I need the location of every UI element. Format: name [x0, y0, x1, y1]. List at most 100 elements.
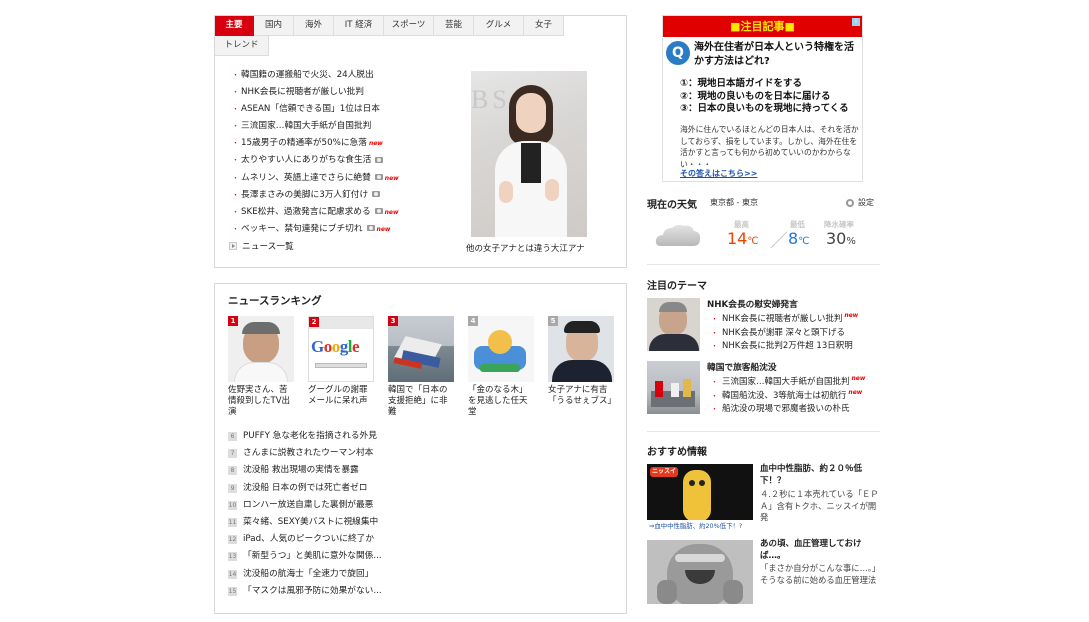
tab-trend[interactable]: トレンド [215, 36, 269, 56]
theme-thumbnail[interactable] [647, 298, 700, 351]
ranking-card-2[interactable]: Google 2 グーグルの謝罪メールに呆れ声 [308, 316, 374, 407]
bullet-icon: ・ [711, 405, 718, 413]
ranking-caption[interactable]: 韓国で「日本の支援拒絶」に非難 [388, 385, 454, 418]
ranking-list-item[interactable]: 15 「マスクは風邪予防に効果がない... [228, 583, 382, 600]
bullet-icon: ・ [232, 190, 239, 199]
ranking-list-text: さんまに説教されたウーマン村本 [243, 448, 374, 459]
rain-chance-value: 30% [826, 229, 856, 248]
ranking-thumbnail[interactable]: 4 [468, 316, 534, 382]
ad-info-icon[interactable]: i [852, 18, 860, 26]
ranking-list-item[interactable]: 6 PUFFY 急な老化を指摘される外見 [228, 428, 382, 445]
news-item[interactable]: ・ SKE松井、過激発言に配慮求める new [229, 204, 469, 221]
weather-settings-button[interactable]: 設定 [846, 197, 874, 208]
recommend-item-desc[interactable]: 「まさか自分がこんな事に…。」そうなる前に始める血圧管理法 [760, 563, 880, 586]
theme-link-text: 船沈没の現場で邪魔者扱いの朴氏 [722, 404, 850, 414]
theme-link[interactable]: ・ NHK会長に批判2万件超 13日釈明 [711, 339, 853, 351]
ranking-caption[interactable]: 「金のなる木」を見逃した任天堂 [468, 385, 534, 418]
tab-domestic[interactable]: 国内 [254, 16, 294, 36]
settings-label: 設定 [858, 198, 874, 207]
ranking-thumbnail[interactable]: 1 [228, 316, 294, 382]
tab-it-economy[interactable]: IT 経済 [334, 16, 384, 36]
new-badge: new [368, 140, 383, 148]
tab-gourmet[interactable]: グルメ [474, 16, 524, 36]
news-item[interactable]: ・長澤まさみの美脚に3万人釘付け [229, 187, 469, 204]
rank-number: 1 [228, 316, 238, 326]
ranking-list-item[interactable]: 7 さんまに説教されたウーマン村本 [228, 445, 382, 462]
theme-link[interactable]: ・ NHK会長が謝罪 深々と頭下げる [711, 326, 845, 338]
ranking-list-item[interactable]: 9 沈没船 日本の例では死亡者ゼロ [228, 480, 382, 497]
recommend-thumbnail[interactable] [647, 540, 753, 604]
new-badge: new [376, 225, 391, 233]
feature-caption[interactable]: 他の女子アナとは違う大江アナ [466, 242, 585, 254]
ranking-box: ニュースランキング 1 佐野実さん、苦情殺到したTV出演 Google 2 グー… [214, 283, 627, 614]
ranking-card-3[interactable]: 3 韓国で「日本の支援拒絶」に非難 [388, 316, 454, 418]
ad-header: ■注目記事■ [663, 16, 862, 37]
rank-number: 3 [388, 316, 398, 326]
news-item[interactable]: ・ベッキー、禁句連発にブチ切れ new [229, 221, 469, 238]
news-item[interactable]: ・太りやすい人にありがちな食生活 [229, 152, 469, 169]
ranking-list-text: 「マスクは風邪予防に効果がない... [243, 585, 382, 596]
recommend-thumbnail[interactable]: ニッスイ ⇒血中中性脂肪、約20%低下！? [647, 464, 753, 532]
tab-main[interactable]: 主要 [215, 16, 254, 36]
ranking-caption[interactable]: グーグルの謝罪メールに呆れ声 [308, 385, 374, 407]
ranking-caption[interactable]: 佐野実さん、苦情殺到したTV出演 [228, 385, 294, 418]
theme-link-text: NHK会長に視聴者が厳しい批判 [722, 314, 843, 324]
ad-headline[interactable]: 海外在住者が日本人という特権を活かす方法はどれ? [694, 41, 860, 69]
weather-location[interactable]: 東京都 - 東京 [710, 197, 758, 208]
tab-women[interactable]: 女子 [524, 16, 564, 36]
recommend-item-title[interactable]: あの頃、血圧管理しておけば…。 [760, 539, 878, 562]
theme-title[interactable]: 韓国で旅客船沈没 [707, 360, 777, 373]
ranking-list-item[interactable]: 14 沈没船の航海士「全速力で旋回」 [228, 566, 382, 583]
news-item[interactable]: ・三流国家…韓国大手紙が自国批判 [229, 118, 469, 135]
recommend-item-title[interactable]: 血中中性脂肪、約２０％低下！？ [760, 464, 878, 487]
ranking-thumbnail[interactable]: 3 [388, 316, 454, 382]
ad-box[interactable]: ■注目記事■ i Q 海外在住者が日本人という特権を活かす方法はどれ? ①：現地… [662, 15, 863, 182]
ranking-list-item[interactable]: 11 菜々緒、SEXY美バストに視線集中 [228, 514, 382, 531]
news-list-link[interactable]: ニュース一覧 [229, 239, 294, 252]
news-item[interactable]: ・ NHK会長に視聴者が厳しい批判 [229, 84, 469, 101]
theme-link[interactable]: ・韓国船沈没、3等航海士は初航行 new [711, 389, 862, 401]
tab-entertainment[interactable]: 芸能 [434, 16, 474, 36]
rank-number: 10 [228, 500, 237, 510]
theme-title[interactable]: NHK会長の慰安婦発言 [707, 297, 798, 310]
news-item[interactable]: ・韓国籍の運搬船で火災、24人脱出 [229, 67, 469, 84]
news-item-text: ASEAN「信頼できる国」1位は日本 [241, 104, 380, 115]
ranking-card-4[interactable]: 4 「金のなる木」を見逃した任天堂 [468, 316, 534, 418]
bullet-icon: ・ [711, 378, 718, 386]
ranking-list-item[interactable]: 8 沈没船 救出現場の実情を暴露 [228, 462, 382, 479]
ranking-list-text: 沈没船 日本の例では死亡者ゼロ [243, 482, 368, 493]
ranking-card-1[interactable]: 1 佐野実さん、苦情殺到したTV出演 [228, 316, 294, 418]
ranking-thumbnail[interactable]: 5 [548, 316, 614, 382]
theme-link[interactable]: ・船沈没の現場で邪魔者扱いの朴氏 [711, 402, 850, 414]
camera-icon [374, 208, 383, 215]
rank-number: 13 [228, 552, 237, 562]
news-box: 主要 国内 海外 IT 経済 スポーツ 芸能 グルメ 女子 トレンド ・韓国籍の… [214, 15, 627, 268]
thumbnail-banner: ⇒血中中性脂肪、約20%低下！? [647, 520, 753, 532]
ranking-list-text: ロンハー放送自粛した裏側が最悪 [243, 499, 374, 510]
ranking-list-item[interactable]: 13 「新型うつ」と美肌に意外な関係... [228, 548, 382, 565]
ranking-card-5[interactable]: 5 女子アナに有吉「うるせぇブス」 [548, 316, 616, 407]
news-item[interactable]: ・ ASEAN「信頼できる国」1位は日本 [229, 101, 469, 118]
theme-link-text: 韓国船沈没、3等航海士は初航行 [722, 390, 847, 401]
ranking-list-item[interactable]: 10 ロンハー放送自粛した裏側が最悪 [228, 497, 382, 514]
ranking-list: 6 PUFFY 急な老化を指摘される外見 7 さんまに説教されたウーマン村本 8 沈没船 … [228, 428, 382, 600]
tab-overseas[interactable]: 海外 [294, 16, 334, 36]
rank-number: 2 [309, 317, 319, 327]
theme-link[interactable]: ・ NHK会長に視聴者が厳しい批判 new [711, 312, 858, 324]
ranking-list-item[interactable]: 12 iPad、人気のピークついに終了か [228, 531, 382, 548]
recommend-item-desc[interactable]: ４.２秒に１本売れている「ＥＰＡ」含有トクホ、ニッスイが開発 [760, 489, 880, 524]
theme-thumbnail[interactable] [647, 361, 700, 414]
ranking-thumbnail[interactable]: Google 2 [308, 316, 374, 382]
bullet-icon: ・ [232, 71, 239, 79]
theme-link[interactable]: ・三流国家…韓国大手紙が自国批判 new [711, 375, 865, 387]
ranking-caption[interactable]: 女子アナに有吉「うるせぇブス」 [548, 385, 616, 407]
tab-sports[interactable]: スポーツ [384, 16, 434, 36]
ad-answer-link[interactable]: その答えはこちら>> [680, 168, 757, 179]
ad-options: ①：現地日本語ガイドをする ②：現地の良いものを日本に届ける ③：日本の良いもの… [680, 78, 849, 116]
rank-number: 4 [468, 316, 478, 326]
news-item[interactable]: ・ 15歳男子の精通率が50%に急落 new [229, 135, 469, 152]
news-item[interactable]: ・ムネリン、英語上達でさらに絶賛 new [229, 170, 469, 187]
new-badge: new [384, 208, 399, 216]
bullet-icon: ・ [232, 173, 239, 182]
feature-photo[interactable]: BS [471, 71, 587, 237]
